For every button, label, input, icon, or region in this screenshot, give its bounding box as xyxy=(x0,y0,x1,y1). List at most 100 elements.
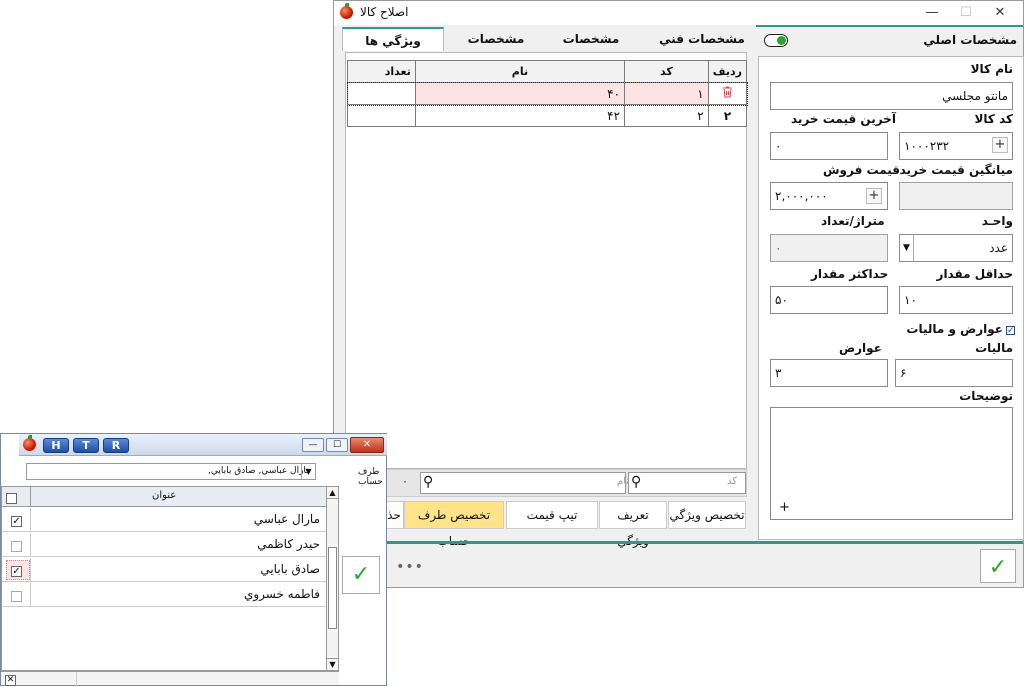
window-title: اصلاح کالا xyxy=(360,5,409,19)
col-code-header: کد xyxy=(624,60,709,83)
scroll-up-icon[interactable]: ▲ xyxy=(327,487,338,499)
dialog-close-button[interactable]: ✕ xyxy=(350,437,384,453)
main-section-title: مشخصات اصلي xyxy=(923,33,1017,47)
party-dropdown[interactable]: مارال عباسي, صادق بابايي, ▼ xyxy=(26,463,316,480)
name-filter-input[interactable]: نام ⚲ xyxy=(420,472,629,494)
party-label: طرف حساب xyxy=(358,467,383,487)
item-label: حيدر کاظمي xyxy=(257,537,320,551)
item-label: فاطمه خسروي xyxy=(243,587,320,601)
cell-name[interactable]: ۴۰ xyxy=(414,82,626,105)
more-options-button[interactable]: ••• xyxy=(390,553,430,581)
code-filter-input[interactable]: کد ⚲ xyxy=(628,472,746,494)
filter-bar: کد ⚲ نام ⚲ ۰ xyxy=(345,469,747,497)
col-count-header: تعداد xyxy=(347,60,416,83)
clear-filter-icon[interactable]: ✕ xyxy=(5,673,16,687)
maximize-button[interactable]: ☐ xyxy=(951,3,981,23)
unit-label: واحـد xyxy=(981,214,1013,228)
features-table: تعداد نام کد رديف ۴۰ ۱ ۴۲ ۲ ۲ xyxy=(346,60,748,127)
duty-label: عوارض xyxy=(839,341,882,355)
unit-select-value: عدد xyxy=(989,241,1008,255)
product-edit-window: اصلاح کالا — ☐ ✕ ویژگي ها مشخصات تنظیمي … xyxy=(333,0,1024,588)
table-row[interactable]: ۴۲ ۲ ۲ xyxy=(347,104,748,127)
item-label: مارال عباسي xyxy=(253,512,320,526)
dialog-minimize-button[interactable]: — xyxy=(302,438,324,452)
trash-icon[interactable] xyxy=(722,86,733,98)
party-select-dialog: H T R — ☐ ✕ طرف حساب مارال عباسي, صادق ب… xyxy=(0,433,387,686)
h-button[interactable]: H xyxy=(43,438,69,453)
cell-count[interactable] xyxy=(347,104,416,127)
search-icon: ⚲ xyxy=(631,474,642,490)
t-button[interactable]: T xyxy=(73,438,99,453)
cell-code[interactable]: ۲ xyxy=(624,104,709,127)
assign-feature-button[interactable]: تخصيص ويژگي xyxy=(668,501,746,529)
dialog-confirm-check-icon[interactable]: ✓ xyxy=(342,556,380,594)
sale-price-label: قيمت فروش xyxy=(823,163,901,177)
scroll-down-icon[interactable]: ▼ xyxy=(327,658,338,670)
description-plus-button[interactable]: + xyxy=(779,500,790,515)
main-section-toggle[interactable] xyxy=(764,34,788,47)
tab-settings[interactable]: مشخصات تنظیمي xyxy=(446,27,546,70)
item-label: صادق بابايي xyxy=(260,562,320,576)
filter-zero: ۰ xyxy=(402,475,408,488)
chevron-down-icon[interactable]: ▼ xyxy=(301,464,315,479)
tab-technical[interactable]: مشخصات فني xyxy=(658,27,746,51)
cell-name[interactable]: ۴۲ xyxy=(414,104,626,127)
last-price-input[interactable]: ۰ xyxy=(770,132,888,160)
code-filter-placeholder: کد xyxy=(726,476,737,487)
r-button[interactable]: R xyxy=(103,438,129,453)
app-tomato-icon xyxy=(340,3,353,19)
tab-financial[interactable]: مشخصات مالي xyxy=(548,27,634,70)
price-type-button[interactable]: تيپ قيمت xyxy=(506,501,598,529)
item-checkbox[interactable]: ✓ xyxy=(11,514,22,528)
tax-checkbox-label: عوارض و ماليات xyxy=(906,322,1003,336)
list-scrollbar[interactable]: ▲ ▼ xyxy=(326,487,338,670)
delete-button[interactable]: حذ xyxy=(384,501,404,529)
max-qty-input[interactable]: ۵۰ xyxy=(770,286,888,314)
min-qty-input[interactable]: ۱۰ xyxy=(899,286,1013,314)
cell-row[interactable] xyxy=(707,82,748,105)
meter-count-input: ۰ xyxy=(770,234,888,262)
code-plus-button[interactable]: + xyxy=(992,137,1008,153)
tab-features[interactable]: ویژگي ها xyxy=(342,27,444,51)
list-item[interactable]: ✓ مارال عباسي xyxy=(2,508,328,532)
list-header: عنوان xyxy=(2,487,328,507)
list-item[interactable]: فاطمه خسروي xyxy=(2,583,328,607)
unit-select[interactable]: عدد ▼ xyxy=(899,234,1013,262)
app-tomato-icon xyxy=(23,435,36,451)
chevron-down-icon[interactable]: ▼ xyxy=(900,235,914,261)
item-checkbox[interactable] xyxy=(11,539,22,553)
party-list: عنوان ✓ مارال عباسي حيدر کاظمي ✓ صادق با… xyxy=(1,486,339,671)
confirm-check-icon[interactable]: ✓ xyxy=(980,549,1016,583)
description-textarea[interactable]: + xyxy=(770,407,1013,520)
title-bar: اصلاح کالا — ☐ ✕ xyxy=(334,1,1023,25)
col-row-header: رديف xyxy=(707,60,748,83)
cell-row[interactable]: ۲ xyxy=(707,104,748,127)
name-input[interactable]: مانتو مجلسي xyxy=(770,82,1013,110)
minimize-button[interactable]: — xyxy=(917,3,947,23)
item-checkbox[interactable] xyxy=(11,589,22,603)
tax-input[interactable]: ۶ xyxy=(895,359,1013,387)
assign-party-button[interactable]: تخصيص طرف حساب xyxy=(404,501,504,548)
column-title: عنوان xyxy=(152,490,177,501)
code-label: کد کالا xyxy=(974,112,1013,126)
search-icon: ⚲ xyxy=(423,474,434,490)
scroll-thumb[interactable] xyxy=(328,547,337,629)
list-item[interactable]: حيدر کاظمي xyxy=(2,533,328,557)
max-qty-label: حداکثر مقدار xyxy=(811,267,889,281)
item-checkbox[interactable]: ✓ xyxy=(11,564,22,578)
cell-code[interactable]: ۱ xyxy=(624,82,709,105)
table-header-row: تعداد نام کد رديف xyxy=(347,60,748,83)
cell-count[interactable] xyxy=(347,82,416,105)
last-price-label: آخرین قیمت خرید xyxy=(791,112,896,126)
name-label: نام کالا xyxy=(970,62,1013,76)
select-all-checkbox[interactable] xyxy=(6,491,17,505)
close-button[interactable]: ✕ xyxy=(985,3,1015,23)
list-item[interactable]: ✓ صادق بابايي xyxy=(2,558,328,582)
dialog-maximize-button[interactable]: ☐ xyxy=(326,438,348,452)
table-row[interactable]: ۴۰ ۱ xyxy=(346,81,748,106)
duty-input[interactable]: ۳ xyxy=(770,359,888,387)
define-feature-button[interactable]: تعريف ويژگي xyxy=(599,501,667,548)
min-qty-label: حداقل مقدار xyxy=(936,267,1013,281)
sale-price-plus-button[interactable]: + xyxy=(866,188,882,204)
tax-checkbox[interactable]: ✓ xyxy=(1006,323,1015,337)
